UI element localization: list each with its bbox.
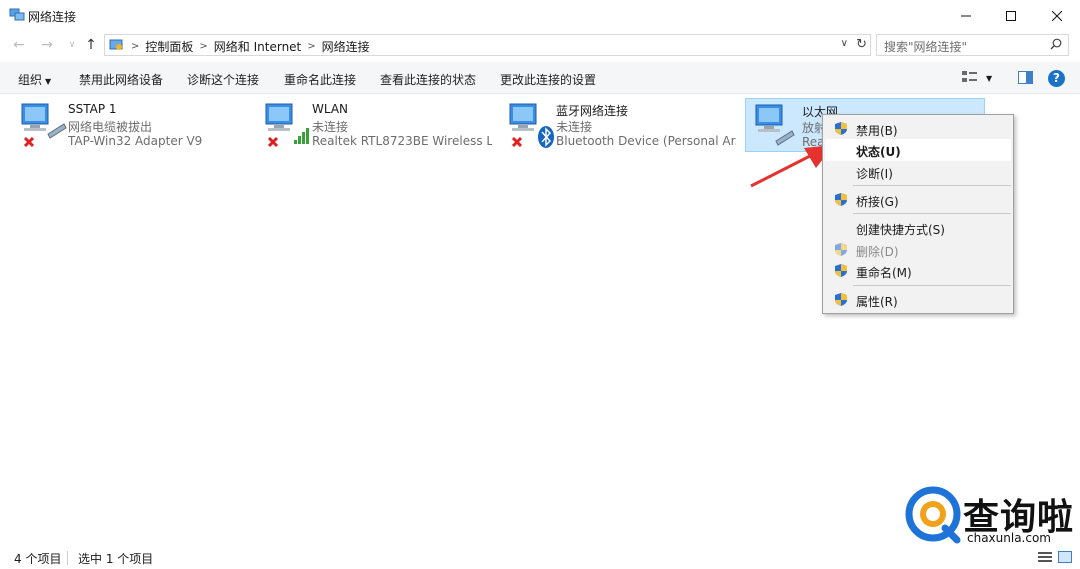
menu-item-properties[interactable]: 属性(R) [825,289,1011,311]
menu-item-rename[interactable]: 重命名(M) [825,260,1011,282]
connection-device: Realtek RTL8723BE Wireless L... [312,134,492,148]
rename-connection-button[interactable]: 重命名此连接 [284,71,356,88]
maximize-icon [1006,10,1016,21]
navigation-row: ← → ∨ ↑ > 控制面板 > 网络和 Internet > 网络连接 ∨ ↻… [0,31,1080,59]
chevron-down-icon: ▼ [45,77,52,86]
uac-shield-icon [834,292,848,310]
close-icon [1052,10,1062,21]
connection-status: 未连接 [312,120,349,134]
maximize-button[interactable] [988,0,1034,31]
close-button[interactable] [1034,0,1080,31]
large-icons-view-icon[interactable] [1058,551,1072,566]
watermark: 查询啦 chaxunla.com [905,486,1075,548]
uac-shield-icon [834,121,848,139]
connection-device: Bluetooth Device (Personal Ar... [556,134,736,148]
address-dropdown-icon[interactable]: ∨ [841,38,848,49]
bluetooth-disconnected-icon [508,102,558,150]
menu-item-disable[interactable]: 禁用(B) [825,118,1011,140]
refresh-icon[interactable]: ↻ [856,37,867,52]
item-count: 4 个项目 [14,552,62,566]
watermark-domain: chaxunla.com [967,531,1051,545]
watermark-logo-icon [905,486,961,544]
diagnose-connection-button[interactable]: 诊断这个连接 [187,71,259,88]
status-bar: 4 个项目 选中 1 个项目 [0,547,1080,569]
back-arrow-icon[interactable]: ← [10,37,28,53]
status-divider [67,551,68,565]
breadcrumb-separator-icon[interactable]: > [307,41,315,52]
details-view-icon[interactable] [1038,551,1052,566]
change-settings-button[interactable]: 更改此连接的设置 [500,71,596,88]
search-placeholder: 搜索"网络连接" [884,40,968,54]
breadcrumb-separator-icon[interactable]: > [131,41,139,52]
uac-shield-icon [834,192,848,210]
address-bar[interactable]: > 控制面板 > 网络和 Internet > 网络连接 ∨ ↻ [104,34,871,56]
menu-separator [853,185,1011,186]
ethernet-disconnected-icon [20,102,70,150]
command-bar: 组织 ▼ 禁用此网络设备 诊断这个连接 重命名此连接 查看此连接的状态 更改此连接… [0,62,1080,94]
view-status-button[interactable]: 查看此连接的状态 [380,71,476,88]
breadcrumb-network-connections[interactable]: 网络连接 [322,38,370,55]
uac-shield-icon [834,242,848,260]
selected-count: 选中 1 个项目 [78,552,154,566]
search-icon[interactable] [1050,38,1062,53]
menu-item-delete[interactable]: 删除(D) [825,239,1011,261]
minimize-icon [961,15,971,16]
title-bar: 网络连接 [0,0,1080,31]
menu-separator [853,213,1011,214]
network-connections-app-icon [9,8,25,22]
connection-name: SSTAP 1 [68,102,117,116]
connection-status: 未连接 [556,120,593,134]
recent-locations-chevron-icon[interactable]: ∨ [63,37,81,53]
breadcrumb-separator-icon[interactable]: > [199,41,207,52]
breadcrumb-control-panel[interactable]: 控制面板 [145,38,193,55]
menu-item-create-shortcut[interactable]: 创建快捷方式(S) [825,217,1011,239]
search-box[interactable]: 搜索"网络连接" [876,34,1069,56]
forward-arrow-icon[interactable]: → [38,37,56,53]
organize-menu[interactable]: 组织 ▼ [18,71,51,88]
up-arrow-icon[interactable]: ↑ [82,37,100,53]
preview-pane-icon[interactable] [1018,70,1034,87]
menu-item-diagnose[interactable]: 诊断(I) [825,161,1011,183]
context-menu: 禁用(B) 状态(U) 诊断(I) 桥接(G) 创建快捷方式(S) 删除(D) … [822,114,1014,314]
menu-item-status[interactable]: 状态(U) [825,139,1011,161]
breadcrumb-network-internet[interactable]: 网络和 Internet [214,38,301,55]
uac-shield-icon [834,263,848,281]
disable-device-button[interactable]: 禁用此网络设备 [79,71,163,88]
view-options-chevron-icon[interactable]: ▼ [986,74,992,83]
connection-item-wlan[interactable]: WLAN 未连接 Realtek RTL8723BE Wireless L... [256,98,496,152]
connection-item-bluetooth[interactable]: 蓝牙网络连接 未连接 Bluetooth Device (Personal Ar… [500,98,740,152]
connection-device: TAP-Win32 Adapter V9 [68,134,203,148]
connection-name: WLAN [312,102,349,116]
help-icon[interactable]: ? [1048,70,1065,87]
minimize-button[interactable] [943,0,989,31]
menu-item-bridge[interactable]: 桥接(G) [825,189,1011,211]
control-panel-icon [109,38,125,55]
connection-status: 网络电缆被拔出 [68,120,153,134]
window-title: 网络连接 [28,10,77,24]
change-view-icon[interactable] [962,70,978,87]
wifi-disconnected-icon [264,102,314,150]
menu-separator [853,285,1011,286]
connection-item-sstap[interactable]: SSTAP 1 网络电缆被拔出 TAP-Win32 Adapter V9 [12,98,252,152]
connection-name: 蓝牙网络连接 [556,104,629,118]
